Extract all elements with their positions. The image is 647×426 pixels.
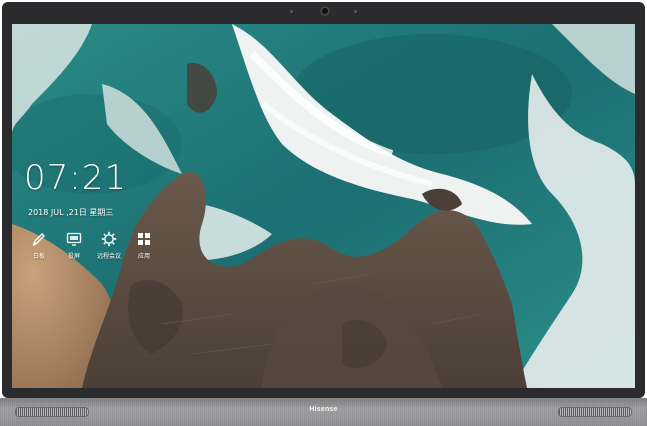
app-label: 远程会议 xyxy=(96,253,121,260)
app-whiteboard[interactable]: 白板 xyxy=(24,230,54,260)
app-remote-meeting[interactable]: 远程会议 xyxy=(94,230,124,260)
camera xyxy=(320,6,330,16)
app-applications[interactable]: 应用 xyxy=(129,230,159,260)
app-label: 应用 xyxy=(137,253,150,260)
pen-icon xyxy=(32,233,45,246)
gear-icon xyxy=(101,231,117,247)
apps-grid-icon xyxy=(138,233,150,245)
clock-date: 2018 JUL ,21日 星期三 xyxy=(28,208,114,217)
app-label: 投屏 xyxy=(67,253,80,260)
clock-time: 07:21 xyxy=(24,158,127,198)
home-overlay: 07:21 2018 JUL ,21日 星期三 白板 投屏 远程会议 应用 xyxy=(12,24,635,388)
app-screen-cast[interactable]: 投屏 xyxy=(59,230,89,260)
screen-cast-icon xyxy=(66,232,82,246)
brand-logo: Hisense xyxy=(309,406,338,413)
sensor xyxy=(290,10,293,13)
app-launcher: 白板 投屏 远程会议 应用 xyxy=(24,230,164,260)
app-label: 白板 xyxy=(32,253,45,260)
display-device: 07:21 2018 JUL ,21日 星期三 白板 投屏 远程会议 应用 Hi… xyxy=(0,0,647,426)
sensor xyxy=(354,10,357,13)
